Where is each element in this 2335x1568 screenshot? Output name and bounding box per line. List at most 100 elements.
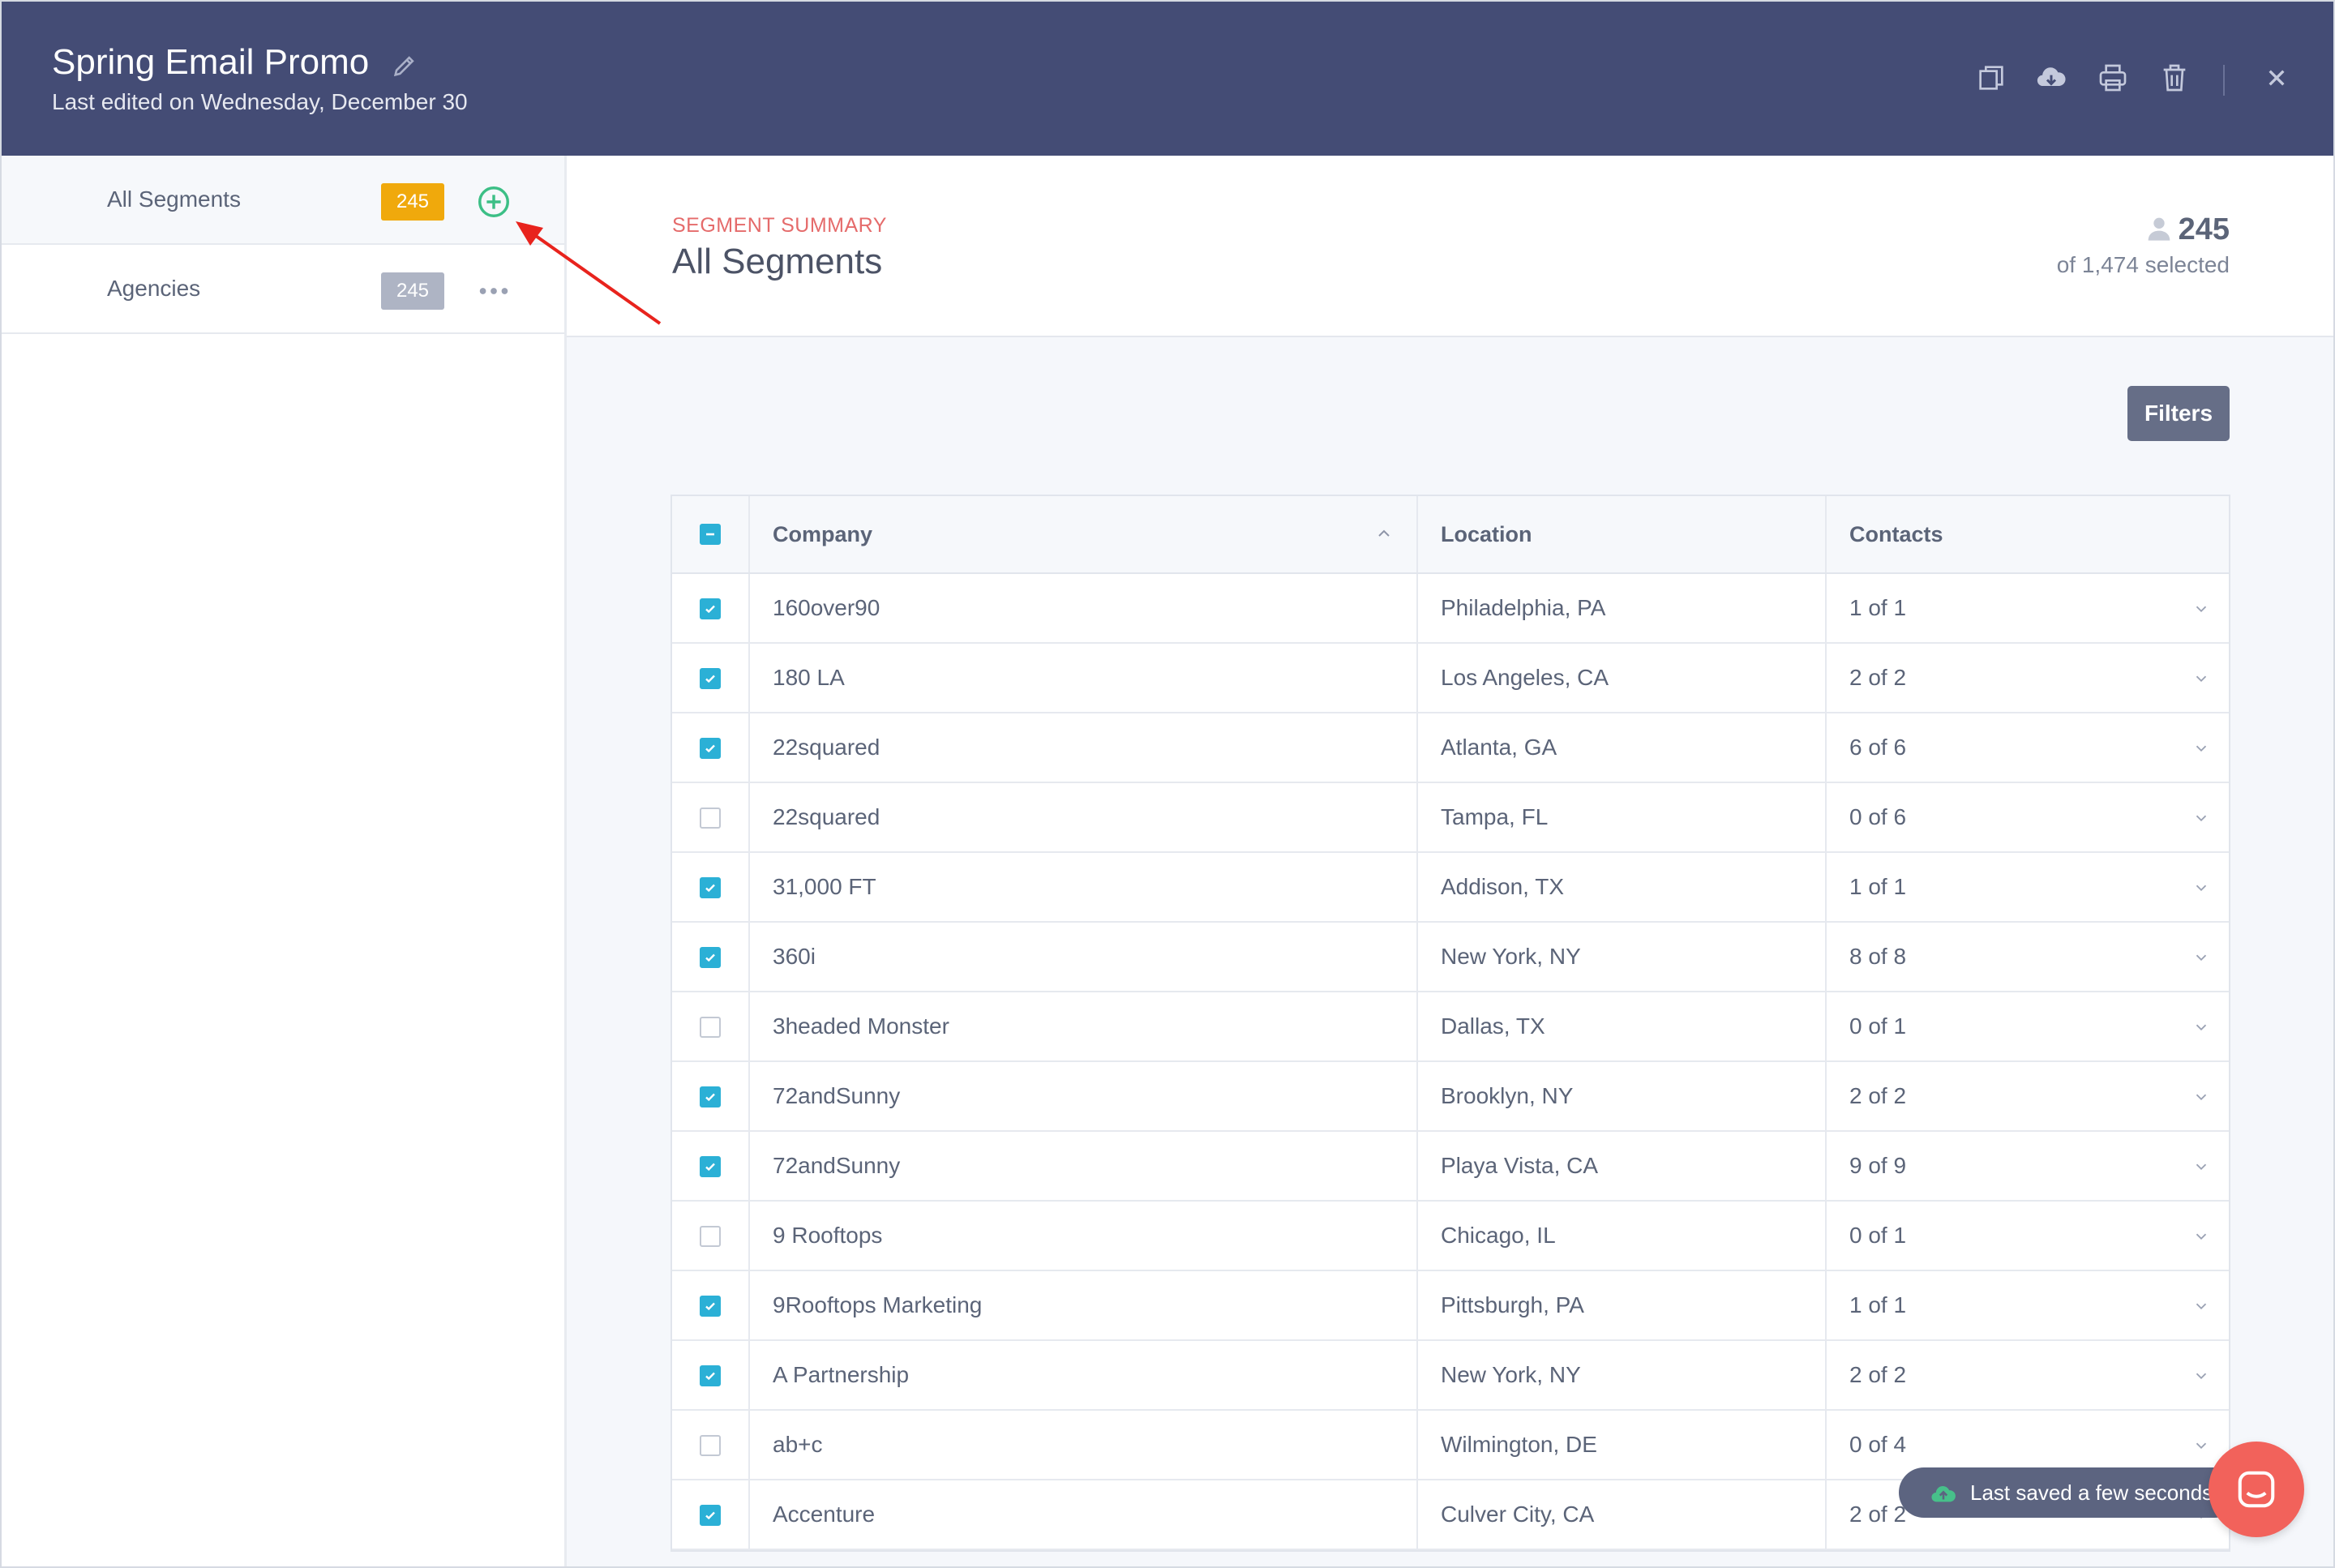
cloud-download-icon[interactable] xyxy=(2035,62,2067,94)
location-text: New York, NY xyxy=(1441,1362,1581,1387)
segment-count-badge: 245 xyxy=(381,183,444,221)
row-check-cell xyxy=(672,1341,750,1409)
row-checkbox[interactable] xyxy=(700,668,721,689)
chevron-down-icon[interactable] xyxy=(2191,1297,2211,1315)
location-cell: Culver City, CA xyxy=(1418,1480,1827,1549)
location-text: Pittsburgh, PA xyxy=(1441,1292,1584,1317)
table-row[interactable]: 72andSunny Brooklyn, NY 2 of 2 xyxy=(672,1062,2229,1132)
row-check-cell xyxy=(672,992,750,1060)
column-header-contacts[interactable]: Contacts xyxy=(1827,496,2229,572)
row-checkbox[interactable] xyxy=(700,598,721,619)
contacts-count: 2 of 2 xyxy=(1849,665,1907,690)
location-text: Philadelphia, PA xyxy=(1441,595,1606,620)
table-row[interactable]: 31,000 FT Addison, TX 1 of 1 xyxy=(672,853,2229,923)
company-name: 180 LA xyxy=(773,665,845,690)
column-label: Location xyxy=(1441,522,1532,546)
sidebar-item-agencies[interactable]: Agencies 245 xyxy=(2,245,564,334)
row-checkbox[interactable] xyxy=(700,1365,721,1386)
row-check-cell xyxy=(672,923,750,991)
row-checkbox[interactable] xyxy=(700,1086,721,1107)
sort-ascending-icon[interactable] xyxy=(1374,524,1394,543)
table-row[interactable]: A Partnership New York, NY 2 of 2 xyxy=(672,1341,2229,1411)
location-cell: Tampa, FL xyxy=(1418,783,1827,851)
chevron-down-icon[interactable] xyxy=(2191,1227,2211,1245)
contacts-count: 8 of 8 xyxy=(1849,944,1907,969)
chevron-down-icon[interactable] xyxy=(2191,1437,2211,1454)
row-checkbox[interactable] xyxy=(700,947,721,968)
trash-icon[interactable] xyxy=(2158,62,2191,94)
row-checkbox[interactable] xyxy=(700,1435,721,1456)
location-text: Atlanta, GA xyxy=(1441,735,1557,760)
location-cell: Philadelphia, PA xyxy=(1418,574,1827,642)
chat-icon xyxy=(2238,1471,2275,1508)
chat-launcher-button[interactable] xyxy=(2209,1442,2304,1537)
table-row[interactable]: 9Rooftops Marketing Pittsburgh, PA 1 of 1 xyxy=(672,1271,2229,1341)
table-row[interactable]: 22squared Tampa, FL 0 of 6 xyxy=(672,783,2229,853)
column-header-company[interactable]: Company xyxy=(750,496,1418,572)
company-name: 72andSunny xyxy=(773,1153,901,1178)
company-cell: 3headed Monster xyxy=(750,992,1418,1060)
select-all-checkbox[interactable] xyxy=(700,524,721,545)
chevron-down-icon[interactable] xyxy=(2191,879,2211,897)
contacts-count: 2 of 2 xyxy=(1849,1083,1907,1108)
edit-title-icon[interactable] xyxy=(391,52,418,79)
location-cell: Brooklyn, NY xyxy=(1418,1062,1827,1130)
table-row[interactable]: 360i New York, NY 8 of 8 xyxy=(672,923,2229,992)
company-cell: 360i xyxy=(750,923,1418,991)
contacts-cell: 0 of 1 xyxy=(1827,992,2229,1060)
table-row[interactable]: 9 Rooftops Chicago, IL 0 of 1 xyxy=(672,1202,2229,1271)
location-cell: Playa Vista, CA xyxy=(1418,1132,1827,1200)
company-name: 9 Rooftops xyxy=(773,1223,883,1248)
chevron-down-icon[interactable] xyxy=(2191,1088,2211,1106)
contacts-cell: 9 of 9 xyxy=(1827,1132,2229,1200)
contacts-count: 1 of 1 xyxy=(1849,595,1907,620)
table-row[interactable]: 22squared Atlanta, GA 6 of 6 xyxy=(672,713,2229,783)
row-checkbox[interactable] xyxy=(700,738,721,759)
column-header-location[interactable]: Location xyxy=(1418,496,1827,572)
row-checkbox[interactable] xyxy=(700,1156,721,1177)
location-text: Dallas, TX xyxy=(1441,1013,1545,1039)
annotation-arrow xyxy=(516,221,662,325)
table-row[interactable]: 160over90 Philadelphia, PA 1 of 1 xyxy=(672,574,2229,644)
row-checkbox[interactable] xyxy=(700,1017,721,1038)
chevron-down-icon[interactable] xyxy=(2191,1367,2211,1385)
chevron-down-icon[interactable] xyxy=(2191,949,2211,966)
company-cell: 72andSunny xyxy=(750,1132,1418,1200)
row-checkbox[interactable] xyxy=(700,1296,721,1317)
contacts-count: 2 of 2 xyxy=(1849,1362,1907,1387)
contacts-cell: 0 of 6 xyxy=(1827,783,2229,851)
contacts-count: 1 of 1 xyxy=(1849,874,1907,899)
row-checkbox[interactable] xyxy=(700,877,721,898)
location-cell: Pittsburgh, PA xyxy=(1418,1271,1827,1339)
row-check-cell xyxy=(672,574,750,642)
duplicate-icon[interactable] xyxy=(1975,62,2007,94)
location-text: Los Angeles, CA xyxy=(1441,665,1609,690)
location-cell: New York, NY xyxy=(1418,1341,1827,1409)
contacts-cell: 2 of 2 xyxy=(1827,1062,2229,1130)
company-name: ab+c xyxy=(773,1432,823,1457)
table-row[interactable]: 3headed Monster Dallas, TX 0 of 1 xyxy=(672,992,2229,1062)
location-text: Playa Vista, CA xyxy=(1441,1153,1599,1178)
company-name: Accenture xyxy=(773,1502,876,1527)
row-checkbox[interactable] xyxy=(700,1226,721,1247)
company-cell: 9 Rooftops xyxy=(750,1202,1418,1270)
row-checkbox[interactable] xyxy=(700,808,721,829)
print-icon[interactable] xyxy=(2097,62,2129,94)
chevron-down-icon[interactable] xyxy=(2191,670,2211,688)
chevron-down-icon[interactable] xyxy=(2191,809,2211,827)
table-row[interactable]: 180 LA Los Angeles, CA 2 of 2 xyxy=(672,644,2229,713)
row-check-cell xyxy=(672,1202,750,1270)
row-checkbox[interactable] xyxy=(700,1505,721,1526)
chevron-down-icon[interactable] xyxy=(2191,600,2211,618)
chevron-down-icon[interactable] xyxy=(2191,739,2211,757)
company-name: 160over90 xyxy=(773,595,880,620)
chevron-down-icon[interactable] xyxy=(2191,1158,2211,1176)
last-edited-text: Last edited on Wednesday, December 30 xyxy=(52,89,468,114)
contacts-cell: 6 of 6 xyxy=(1827,713,2229,782)
sidebar-item-all-segments[interactable]: All Segments 245 xyxy=(2,156,564,245)
table-row[interactable]: 72andSunny Playa Vista, CA 9 of 9 xyxy=(672,1132,2229,1202)
chevron-down-icon[interactable] xyxy=(2191,1018,2211,1036)
location-cell: Addison, TX xyxy=(1418,853,1827,921)
close-icon[interactable] xyxy=(2260,62,2293,94)
filters-button[interactable]: Filters xyxy=(2127,386,2230,441)
